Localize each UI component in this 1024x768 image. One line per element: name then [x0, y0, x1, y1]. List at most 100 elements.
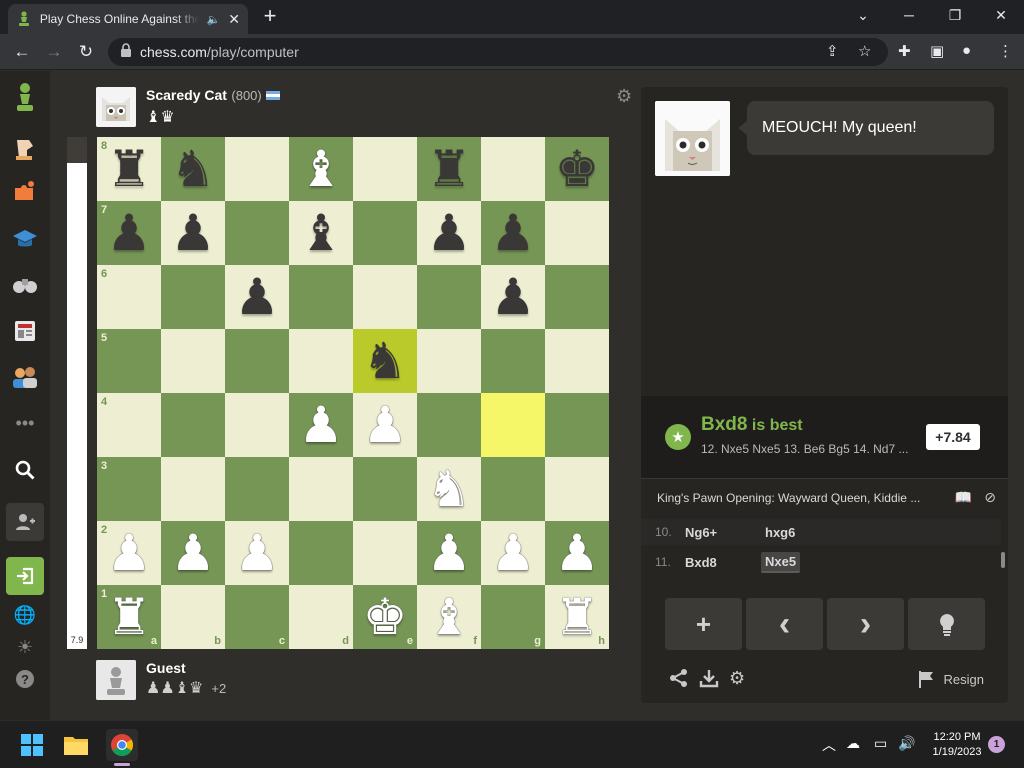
board-settings-gear-icon[interactable]: ⚙	[616, 87, 634, 105]
white-pawn-icon[interactable]: ♟	[161, 521, 225, 585]
square-f3[interactable]: ♞	[417, 457, 481, 521]
share-icon[interactable]	[669, 668, 689, 693]
new-game-button[interactable]: +	[665, 598, 742, 650]
play-icon[interactable]	[9, 133, 41, 165]
black-pawn-icon[interactable]: ♟	[481, 265, 545, 329]
square-e2[interactable]	[353, 521, 417, 585]
square-c1[interactable]: c	[225, 585, 289, 649]
square-d4[interactable]: ♟	[289, 393, 353, 457]
black-move[interactable]: hxg6	[761, 523, 799, 542]
black-king-icon[interactable]: ♚	[545, 137, 609, 201]
square-b2[interactable]: ♟	[161, 521, 225, 585]
square-f2[interactable]: ♟	[417, 521, 481, 585]
star-icon[interactable]: ☆	[858, 42, 871, 60]
opponent-name[interactable]: Scaredy Cat	[146, 87, 227, 103]
download-icon[interactable]	[699, 668, 719, 693]
volume-icon[interactable]: 🔊	[898, 735, 915, 752]
square-a7[interactable]: 7 ♟	[97, 201, 161, 265]
resign-button[interactable]: Resign	[918, 670, 984, 688]
square-a1[interactable]: 1 a ♜	[97, 585, 161, 649]
next-move-button[interactable]: ›	[827, 598, 904, 650]
white-rook-icon[interactable]: ♜	[97, 585, 161, 649]
white-move[interactable]: Ng6+	[685, 525, 761, 540]
square-b6[interactable]	[161, 265, 225, 329]
black-knight-icon[interactable]: ♞	[161, 137, 225, 201]
white-pawn-icon[interactable]: ♟	[417, 521, 481, 585]
black-pawn-icon[interactable]: ♟	[481, 201, 545, 265]
learn-icon[interactable]	[9, 223, 41, 255]
notification-badge[interactable]: 1	[988, 736, 1005, 753]
settings-gear-icon[interactable]: ⚙	[729, 668, 745, 689]
square-e1[interactable]: e ♚	[353, 585, 417, 649]
square-h6[interactable]	[545, 265, 609, 329]
file-explorer-icon[interactable]	[62, 731, 90, 759]
chess-logo-icon[interactable]	[9, 81, 41, 113]
windows-start-icon[interactable]	[18, 731, 46, 759]
help-icon[interactable]: ?	[9, 663, 41, 695]
white-bishop-icon[interactable]: ♝	[417, 585, 481, 649]
square-h7[interactable]	[545, 201, 609, 265]
square-f8[interactable]: ♜	[417, 137, 481, 201]
square-g3[interactable]	[481, 457, 545, 521]
restore-icon[interactable]: ❐	[932, 0, 978, 30]
square-g5[interactable]	[481, 329, 545, 393]
square-e5[interactable]: ♞	[353, 329, 417, 393]
network-icon[interactable]: ▭	[874, 735, 887, 752]
square-e6[interactable]	[353, 265, 417, 329]
black-pawn-icon[interactable]: ♟	[161, 201, 225, 265]
square-a5[interactable]: 5	[97, 329, 161, 393]
black-move-selected[interactable]: Nxe5	[761, 551, 801, 573]
white-bishop-icon[interactable]: ♝	[289, 137, 353, 201]
url-input[interactable]: chess.com/play/computer	[108, 38, 888, 66]
cloud-offline-icon[interactable]: ☁	[846, 735, 860, 752]
watch-icon[interactable]	[9, 269, 41, 301]
square-g2[interactable]: ♟	[481, 521, 545, 585]
add-friend-button[interactable]	[6, 503, 44, 541]
chess-board[interactable]: 8 ♜ ♞ ♝ ♜ ♚ 7 ♟ ♟ ♝ ♟ ♟ 6 ♟ ♟ 5 ♞ 4 ♟ ♟ 3 ♞ 2 ♟ ♟ ♟ ♟ ♟ ♟ 1 a ♜ b c d e ♚ f ♝ g…	[97, 137, 609, 649]
square-c3[interactable]	[225, 457, 289, 521]
white-rook-icon[interactable]: ♜	[545, 585, 609, 649]
opponent-avatar[interactable]	[96, 87, 136, 127]
square-a3[interactable]: 3	[97, 457, 161, 521]
system-clock[interactable]: 12:20 PM 1/19/2023	[922, 730, 992, 760]
square-d5[interactable]	[289, 329, 353, 393]
square-g1[interactable]: g	[481, 585, 545, 649]
square-d8[interactable]: ♝	[289, 137, 353, 201]
square-d2[interactable]	[289, 521, 353, 585]
square-b1[interactable]: b	[161, 585, 225, 649]
tray-chevron-up-icon[interactable]: ︿	[822, 735, 836, 755]
close-window-icon[interactable]: ✕	[978, 0, 1024, 30]
square-f5[interactable]	[417, 329, 481, 393]
square-c5[interactable]	[225, 329, 289, 393]
tab-close-icon[interactable]: ✕	[228, 11, 240, 28]
square-h5[interactable]	[545, 329, 609, 393]
square-g6[interactable]: ♟	[481, 265, 545, 329]
square-b3[interactable]	[161, 457, 225, 521]
square-c7[interactable]	[225, 201, 289, 265]
square-g8[interactable]	[481, 137, 545, 201]
social-icon[interactable]	[9, 361, 41, 393]
square-c4[interactable]	[225, 393, 289, 457]
square-h1[interactable]: h ♜	[545, 585, 609, 649]
square-a6[interactable]: 6	[97, 265, 161, 329]
white-move[interactable]: Bxd8	[685, 555, 761, 570]
square-h8[interactable]: ♚	[545, 137, 609, 201]
sidepanel-icon[interactable]: ▣	[930, 42, 944, 60]
chrome-icon[interactable]	[106, 729, 138, 761]
extensions-icon[interactable]: ✚	[898, 42, 911, 60]
black-pawn-icon[interactable]: ♟	[417, 201, 481, 265]
square-c6[interactable]: ♟	[225, 265, 289, 329]
white-pawn-icon[interactable]: ♟	[289, 393, 353, 457]
black-rook-icon[interactable]: ♜	[417, 137, 481, 201]
new-tab-button[interactable]: +	[258, 5, 282, 29]
square-a4[interactable]: 4	[97, 393, 161, 457]
language-icon[interactable]: 🌐	[9, 599, 41, 631]
square-e3[interactable]	[353, 457, 417, 521]
square-f6[interactable]	[417, 265, 481, 329]
square-f1[interactable]: f ♝	[417, 585, 481, 649]
share-icon[interactable]: ⇪	[826, 42, 839, 60]
player-name[interactable]: Guest	[146, 660, 226, 676]
audio-playing-icon[interactable]: 🔈	[207, 13, 221, 26]
white-pawn-icon[interactable]: ♟	[545, 521, 609, 585]
white-pawn-icon[interactable]: ♟	[481, 521, 545, 585]
